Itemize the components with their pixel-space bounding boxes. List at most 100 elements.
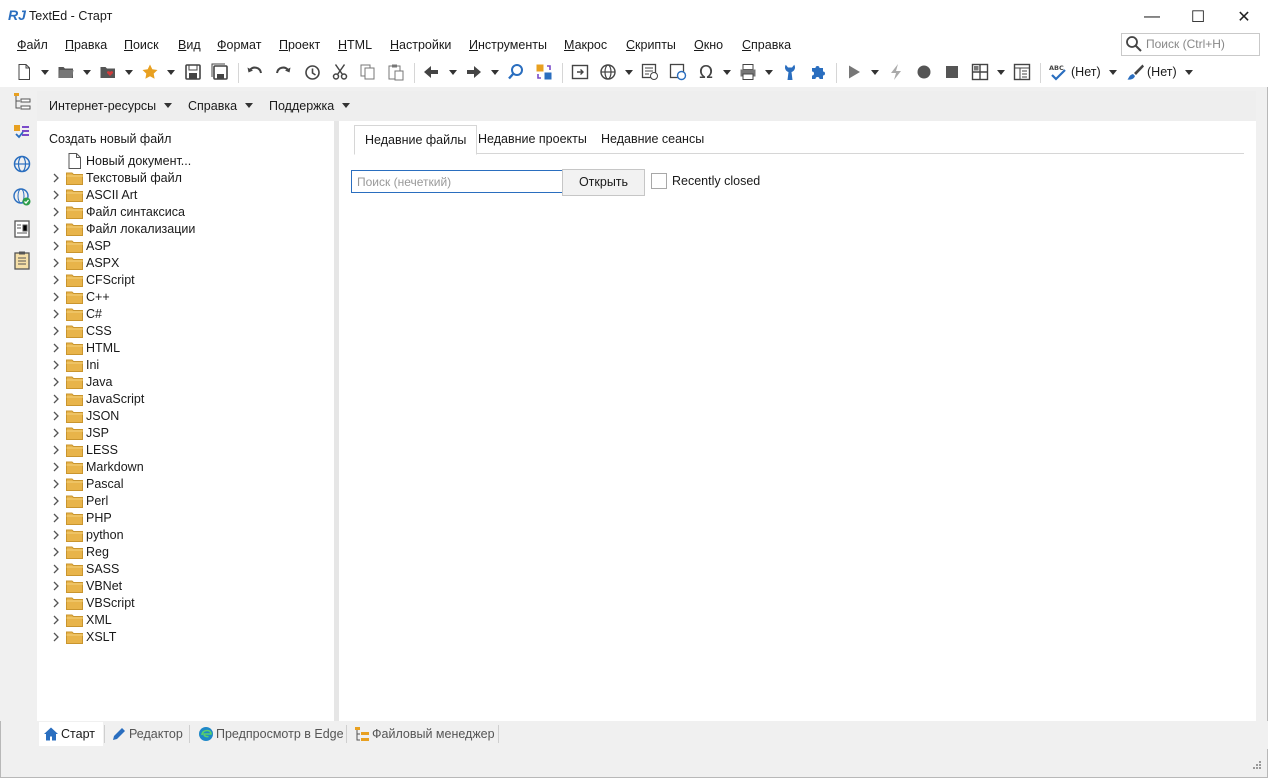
tree-folder[interactable]: CSS [37,323,327,340]
chevron-right-icon[interactable] [52,632,60,642]
chevron-right-icon[interactable] [52,479,60,489]
chevron-right-icon[interactable] [52,513,60,523]
tree-folder[interactable]: Файл синтаксиса [37,204,327,221]
favorites-dropdown[interactable] [167,70,175,75]
open-button[interactable]: Открыть [562,169,645,196]
tree-folder[interactable]: C# [37,306,327,323]
preview-button[interactable] [668,62,688,82]
tab-file-manager[interactable]: Файловый менеджер [350,722,503,746]
clipboard-icon[interactable] [12,250,32,270]
support-menu[interactable]: Поддержка [269,99,351,113]
redo-button[interactable] [273,62,293,82]
favorites-folder-button[interactable] [98,62,118,82]
menu-view[interactable]: Вид [178,38,201,52]
recent-search-input[interactable] [351,170,566,193]
tree-folder[interactable]: CFScript [37,272,327,289]
tree-folder[interactable]: VBScript [37,595,327,612]
record-macro-button[interactable] [914,62,934,82]
style-dropdown[interactable] [1185,70,1193,75]
chevron-right-icon[interactable] [52,394,60,404]
chevron-right-icon[interactable] [52,428,60,438]
globe-icon[interactable] [12,154,32,174]
panel-button[interactable] [1012,62,1032,82]
run-macro-button[interactable] [844,62,864,82]
web-page-button[interactable] [640,62,660,82]
chevron-right-icon[interactable] [52,360,60,370]
tree-folder[interactable]: ASP [37,238,327,255]
back-dropdown[interactable] [449,70,457,75]
menu-search[interactable]: Поиск [124,38,159,52]
tab-edge-preview[interactable]: Предпросмотр в Edge [194,722,352,746]
special-char-button[interactable]: Ω [696,62,716,83]
tree-folder[interactable]: Reg [37,544,327,561]
tree-folder[interactable]: SASS [37,561,327,578]
new-file-button[interactable] [14,62,34,82]
chevron-right-icon[interactable] [52,615,60,625]
tree-folder[interactable]: LESS [37,442,327,459]
tree-folder[interactable]: Текстовый файл [37,170,327,187]
tree-folder[interactable]: JavaScript [37,391,327,408]
quick-macro-button[interactable] [886,62,906,82]
style-name[interactable]: (Нет) [1147,65,1177,79]
menu-macro[interactable]: Макрос [564,38,607,52]
print-button[interactable] [738,62,758,82]
save-button[interactable] [183,62,203,82]
recently-closed-checkbox[interactable] [651,173,667,189]
menu-help[interactable]: Справка [742,38,791,52]
chevron-right-icon[interactable] [52,547,60,557]
spellcheck-dropdown[interactable] [1109,70,1117,75]
tree-folder[interactable]: Ini [37,357,327,374]
minimize-button[interactable]: — [1129,0,1175,33]
favorites-folder-dropdown[interactable] [125,70,133,75]
chevron-right-icon[interactable] [52,598,60,608]
layout-dropdown[interactable] [997,70,1005,75]
layout-button[interactable] [970,62,990,82]
tree-folder[interactable]: Файл локализации [37,221,327,238]
maximize-button[interactable]: ☐ [1175,0,1221,33]
close-button[interactable]: ✕ [1221,0,1267,33]
chevron-right-icon[interactable] [52,343,60,353]
tree-folder[interactable]: Markdown [37,459,327,476]
special-char-dropdown[interactable] [723,70,731,75]
chevron-right-icon[interactable] [52,275,60,285]
menu-scripts[interactable]: Скрипты [626,38,676,52]
save-all-button[interactable] [210,62,230,82]
browser-dropdown[interactable] [625,70,633,75]
tree-folder[interactable]: Perl [37,493,327,510]
file-tree-icon[interactable] [12,91,32,111]
chevron-right-icon[interactable] [52,241,60,251]
help-menu[interactable]: Справка [188,99,254,113]
tree-folder[interactable]: VBNet [37,578,327,595]
menu-file[interactable]: Файл [17,38,48,52]
tree-folder[interactable]: JSON [37,408,327,425]
chevron-right-icon[interactable] [52,258,60,268]
tree-folder[interactable]: python [37,527,327,544]
print-dropdown[interactable] [765,70,773,75]
chevron-right-icon[interactable] [52,326,60,336]
chevron-right-icon[interactable] [52,292,60,302]
chevron-right-icon[interactable] [52,173,60,183]
menu-format[interactable]: Формат [217,38,261,52]
forward-dropdown[interactable] [491,70,499,75]
history-button[interactable] [302,62,322,82]
web-check-icon[interactable] [12,187,32,207]
tab-recent-sessions[interactable]: Недавние сеансы [591,125,714,153]
chevron-right-icon[interactable] [52,581,60,591]
tree-folder[interactable]: PHP [37,510,327,527]
stop-macro-button[interactable] [942,62,962,82]
chevron-right-icon[interactable] [52,224,60,234]
chevron-right-icon[interactable] [52,207,60,217]
chevron-right-icon[interactable] [52,377,60,387]
tree-folder[interactable]: C++ [37,289,327,306]
new-file-dropdown[interactable] [41,70,49,75]
tree-folder[interactable]: JSP [37,425,327,442]
tab-start[interactable]: Старт [39,722,103,746]
goto-button[interactable] [570,62,590,82]
tree-folder[interactable]: XML [37,612,327,629]
menu-settings[interactable]: Настройки [390,38,451,52]
back-button[interactable] [421,62,441,82]
chevron-right-icon[interactable] [52,462,60,472]
menu-window[interactable]: Окно [694,38,723,52]
resize-grip-icon[interactable] [1250,760,1262,772]
cut-button[interactable] [330,62,350,82]
